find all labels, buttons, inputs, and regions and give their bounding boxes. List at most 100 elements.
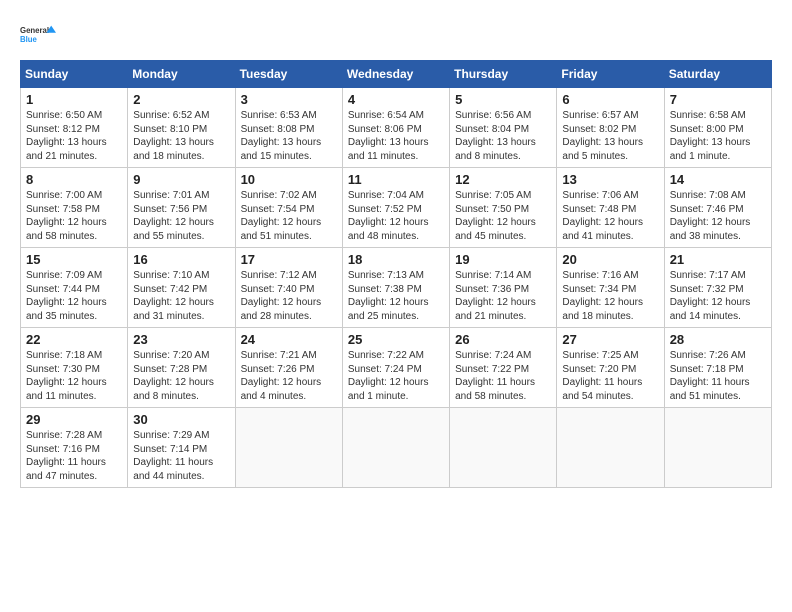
svg-text:Blue: Blue	[20, 35, 38, 44]
table-row: 11 Sunrise: 7:04 AMSunset: 7:52 PMDaylig…	[342, 168, 449, 248]
table-row: 4 Sunrise: 6:54 AMSunset: 8:06 PMDayligh…	[342, 88, 449, 168]
day-detail: Sunrise: 6:52 AMSunset: 8:10 PMDaylight:…	[133, 109, 229, 163]
header: General Blue	[20, 16, 772, 52]
day-number: 5	[455, 92, 551, 107]
table-row: 15 Sunrise: 7:09 AMSunset: 7:44 PMDaylig…	[21, 248, 128, 328]
day-number: 15	[26, 252, 122, 267]
day-detail: Sunrise: 7:14 AMSunset: 7:36 PMDaylight:…	[455, 269, 551, 323]
calendar-body: 1 Sunrise: 6:50 AMSunset: 8:12 PMDayligh…	[21, 88, 772, 488]
table-row	[450, 408, 557, 488]
day-detail: Sunrise: 7:10 AMSunset: 7:42 PMDaylight:…	[133, 269, 229, 323]
day-number: 7	[670, 92, 766, 107]
table-row: 5 Sunrise: 6:56 AMSunset: 8:04 PMDayligh…	[450, 88, 557, 168]
calendar-week-row: 8 Sunrise: 7:00 AMSunset: 7:58 PMDayligh…	[21, 168, 772, 248]
day-number: 17	[241, 252, 337, 267]
day-detail: Sunrise: 7:04 AMSunset: 7:52 PMDaylight:…	[348, 189, 444, 243]
day-detail: Sunrise: 6:57 AMSunset: 8:02 PMDaylight:…	[562, 109, 658, 163]
table-row: 10 Sunrise: 7:02 AMSunset: 7:54 PMDaylig…	[235, 168, 342, 248]
day-number: 13	[562, 172, 658, 187]
table-row: 13 Sunrise: 7:06 AMSunset: 7:48 PMDaylig…	[557, 168, 664, 248]
day-number: 19	[455, 252, 551, 267]
day-detail: Sunrise: 7:20 AMSunset: 7:28 PMDaylight:…	[133, 349, 229, 403]
col-sunday: Sunday	[21, 61, 128, 88]
day-number: 21	[670, 252, 766, 267]
day-detail: Sunrise: 6:53 AMSunset: 8:08 PMDaylight:…	[241, 109, 337, 163]
day-number: 10	[241, 172, 337, 187]
table-row: 1 Sunrise: 6:50 AMSunset: 8:12 PMDayligh…	[21, 88, 128, 168]
day-number: 14	[670, 172, 766, 187]
day-number: 1	[26, 92, 122, 107]
day-detail: Sunrise: 7:21 AMSunset: 7:26 PMDaylight:…	[241, 349, 337, 403]
day-detail: Sunrise: 7:24 AMSunset: 7:22 PMDaylight:…	[455, 349, 551, 403]
table-row: 24 Sunrise: 7:21 AMSunset: 7:26 PMDaylig…	[235, 328, 342, 408]
table-row	[557, 408, 664, 488]
table-row: 20 Sunrise: 7:16 AMSunset: 7:34 PMDaylig…	[557, 248, 664, 328]
table-row: 7 Sunrise: 6:58 AMSunset: 8:00 PMDayligh…	[664, 88, 771, 168]
calendar-week-row: 22 Sunrise: 7:18 AMSunset: 7:30 PMDaylig…	[21, 328, 772, 408]
day-detail: Sunrise: 6:58 AMSunset: 8:00 PMDaylight:…	[670, 109, 766, 163]
svg-text:General: General	[20, 26, 49, 35]
day-detail: Sunrise: 7:16 AMSunset: 7:34 PMDaylight:…	[562, 269, 658, 323]
day-number: 29	[26, 412, 122, 427]
table-row	[664, 408, 771, 488]
table-row: 25 Sunrise: 7:22 AMSunset: 7:24 PMDaylig…	[342, 328, 449, 408]
table-row: 30 Sunrise: 7:29 AMSunset: 7:14 PMDaylig…	[128, 408, 235, 488]
day-detail: Sunrise: 7:01 AMSunset: 7:56 PMDaylight:…	[133, 189, 229, 243]
table-row: 2 Sunrise: 6:52 AMSunset: 8:10 PMDayligh…	[128, 88, 235, 168]
day-detail: Sunrise: 7:17 AMSunset: 7:32 PMDaylight:…	[670, 269, 766, 323]
col-friday: Friday	[557, 61, 664, 88]
col-monday: Monday	[128, 61, 235, 88]
day-number: 27	[562, 332, 658, 347]
table-row: 3 Sunrise: 6:53 AMSunset: 8:08 PMDayligh…	[235, 88, 342, 168]
table-row: 14 Sunrise: 7:08 AMSunset: 7:46 PMDaylig…	[664, 168, 771, 248]
day-number: 11	[348, 172, 444, 187]
table-row: 17 Sunrise: 7:12 AMSunset: 7:40 PMDaylig…	[235, 248, 342, 328]
day-detail: Sunrise: 7:13 AMSunset: 7:38 PMDaylight:…	[348, 269, 444, 323]
page-container: General Blue Sunday Monday Tuesday Wedne…	[0, 0, 792, 498]
day-detail: Sunrise: 7:00 AMSunset: 7:58 PMDaylight:…	[26, 189, 122, 243]
table-row: 18 Sunrise: 7:13 AMSunset: 7:38 PMDaylig…	[342, 248, 449, 328]
calendar-week-row: 1 Sunrise: 6:50 AMSunset: 8:12 PMDayligh…	[21, 88, 772, 168]
table-row: 26 Sunrise: 7:24 AMSunset: 7:22 PMDaylig…	[450, 328, 557, 408]
logo: General Blue	[20, 16, 56, 52]
calendar-week-row: 15 Sunrise: 7:09 AMSunset: 7:44 PMDaylig…	[21, 248, 772, 328]
table-row: 16 Sunrise: 7:10 AMSunset: 7:42 PMDaylig…	[128, 248, 235, 328]
day-detail: Sunrise: 7:18 AMSunset: 7:30 PMDaylight:…	[26, 349, 122, 403]
day-number: 9	[133, 172, 229, 187]
calendar-header: Sunday Monday Tuesday Wednesday Thursday…	[21, 61, 772, 88]
col-wednesday: Wednesday	[342, 61, 449, 88]
table-row: 23 Sunrise: 7:20 AMSunset: 7:28 PMDaylig…	[128, 328, 235, 408]
col-tuesday: Tuesday	[235, 61, 342, 88]
logo-graphic: General Blue	[20, 16, 56, 52]
day-detail: Sunrise: 7:08 AMSunset: 7:46 PMDaylight:…	[670, 189, 766, 243]
day-number: 18	[348, 252, 444, 267]
day-detail: Sunrise: 7:09 AMSunset: 7:44 PMDaylight:…	[26, 269, 122, 323]
day-number: 28	[670, 332, 766, 347]
day-detail: Sunrise: 7:06 AMSunset: 7:48 PMDaylight:…	[562, 189, 658, 243]
day-number: 16	[133, 252, 229, 267]
col-saturday: Saturday	[664, 61, 771, 88]
day-number: 23	[133, 332, 229, 347]
col-thursday: Thursday	[450, 61, 557, 88]
day-number: 24	[241, 332, 337, 347]
day-detail: Sunrise: 7:25 AMSunset: 7:20 PMDaylight:…	[562, 349, 658, 403]
calendar-week-row: 29 Sunrise: 7:28 AMSunset: 7:16 PMDaylig…	[21, 408, 772, 488]
table-row: 21 Sunrise: 7:17 AMSunset: 7:32 PMDaylig…	[664, 248, 771, 328]
table-row: 22 Sunrise: 7:18 AMSunset: 7:30 PMDaylig…	[21, 328, 128, 408]
day-detail: Sunrise: 7:12 AMSunset: 7:40 PMDaylight:…	[241, 269, 337, 323]
day-detail: Sunrise: 7:22 AMSunset: 7:24 PMDaylight:…	[348, 349, 444, 403]
day-number: 20	[562, 252, 658, 267]
day-detail: Sunrise: 7:26 AMSunset: 7:18 PMDaylight:…	[670, 349, 766, 403]
table-row: 27 Sunrise: 7:25 AMSunset: 7:20 PMDaylig…	[557, 328, 664, 408]
day-number: 8	[26, 172, 122, 187]
day-detail: Sunrise: 7:05 AMSunset: 7:50 PMDaylight:…	[455, 189, 551, 243]
table-row	[235, 408, 342, 488]
table-row: 29 Sunrise: 7:28 AMSunset: 7:16 PMDaylig…	[21, 408, 128, 488]
day-number: 3	[241, 92, 337, 107]
table-row: 6 Sunrise: 6:57 AMSunset: 8:02 PMDayligh…	[557, 88, 664, 168]
header-row: Sunday Monday Tuesday Wednesday Thursday…	[21, 61, 772, 88]
day-number: 25	[348, 332, 444, 347]
table-row: 28 Sunrise: 7:26 AMSunset: 7:18 PMDaylig…	[664, 328, 771, 408]
day-number: 26	[455, 332, 551, 347]
table-row: 8 Sunrise: 7:00 AMSunset: 7:58 PMDayligh…	[21, 168, 128, 248]
